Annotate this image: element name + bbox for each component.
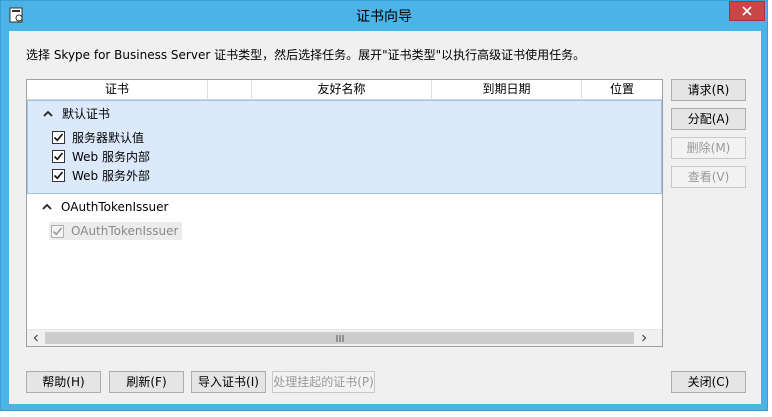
checkbox[interactable] — [52, 149, 65, 163]
item-label: Web 服务内部 — [72, 149, 150, 164]
help-button[interactable]: 帮助(H) — [26, 371, 101, 393]
checkbox[interactable] — [52, 168, 65, 182]
group-header[interactable]: 默认证书 — [42, 105, 110, 122]
list-header: 证书 友好名称 到期日期 位置 — [27, 80, 662, 100]
item-label: OAuthTokenIssuer — [71, 224, 179, 238]
item-label: Web 服务外部 — [72, 168, 150, 183]
window-close-button[interactable] — [729, 1, 765, 21]
scrollbar-thumb[interactable] — [45, 332, 634, 344]
window-title: 证书向导 — [356, 9, 412, 25]
check-icon — [53, 132, 64, 141]
group-header[interactable]: OAuthTokenIssuer — [41, 200, 168, 214]
certificate-wizard-window: 证书向导 选择 Skype for Business Server 证书类型，然… — [0, 0, 768, 411]
column-header-certificate[interactable]: 证书 — [27, 80, 208, 100]
remove-button[interactable]: 删除(M) — [671, 137, 746, 159]
group-label: 默认证书 — [62, 107, 111, 121]
group-label: OAuthTokenIssuer — [61, 200, 169, 214]
process-pending-certificate-button[interactable]: 处理挂起的证书(P) — [272, 371, 375, 393]
chevron-up-icon[interactable] — [42, 108, 54, 120]
refresh-button[interactable]: 刷新(F) — [109, 371, 184, 393]
group-oauth-token-issuer[interactable]: OAuthTokenIssuer OAuthTokenIssuer — [27, 196, 662, 246]
column-header-blank[interactable] — [208, 80, 252, 100]
list-item-oauth-token-issuer: OAuthTokenIssuer — [49, 222, 183, 240]
horizontal-scrollbar[interactable] — [27, 329, 662, 346]
grip-icon — [336, 334, 343, 342]
close-icon — [742, 6, 752, 16]
dialog-body: 选择 Skype for Business Server 证书类型，然后选择任务… — [9, 31, 761, 404]
view-button[interactable]: 查看(V) — [671, 166, 746, 188]
column-header-friendly-name[interactable]: 友好名称 — [252, 80, 432, 100]
title-bar[interactable]: 证书向导 — [1, 1, 767, 31]
item-label: 服务器默认值 — [72, 130, 145, 145]
chevron-right-icon — [641, 334, 646, 342]
scroll-right-button[interactable] — [635, 330, 652, 346]
checkbox — [51, 224, 64, 238]
background-strip — [0, 411, 772, 417]
instruction-text: 选择 Skype for Business Server 证书类型，然后选择任务… — [26, 48, 586, 62]
group-default-certificates[interactable]: 默认证书 服务器默认值 Web 服务内部 Web 服务外部 — [27, 100, 662, 194]
check-icon — [53, 170, 64, 179]
request-button[interactable]: 请求(R) — [671, 79, 746, 101]
assign-button[interactable]: 分配(A) — [671, 108, 746, 130]
scroll-left-button[interactable] — [27, 330, 44, 346]
checkbox[interactable] — [52, 130, 65, 144]
import-certificate-button[interactable]: 导入证书(I) — [191, 371, 266, 393]
check-icon — [52, 226, 63, 235]
column-header-location[interactable]: 位置 — [582, 80, 662, 100]
certificate-list[interactable]: 证书 友好名称 到期日期 位置 默认证书 服务器默认值 Web 服务内部 Web… — [26, 79, 663, 347]
list-item-web-internal[interactable]: Web 服务内部 — [52, 147, 150, 165]
check-icon — [53, 151, 64, 160]
list-item-server-default[interactable]: 服务器默认值 — [52, 128, 144, 146]
chevron-up-icon[interactable] — [41, 201, 53, 213]
column-header-expiration-date[interactable]: 到期日期 — [432, 80, 582, 100]
list-item-web-external[interactable]: Web 服务外部 — [52, 166, 150, 184]
chevron-left-icon — [33, 334, 38, 342]
close-button[interactable]: 关闭(C) — [671, 371, 746, 393]
